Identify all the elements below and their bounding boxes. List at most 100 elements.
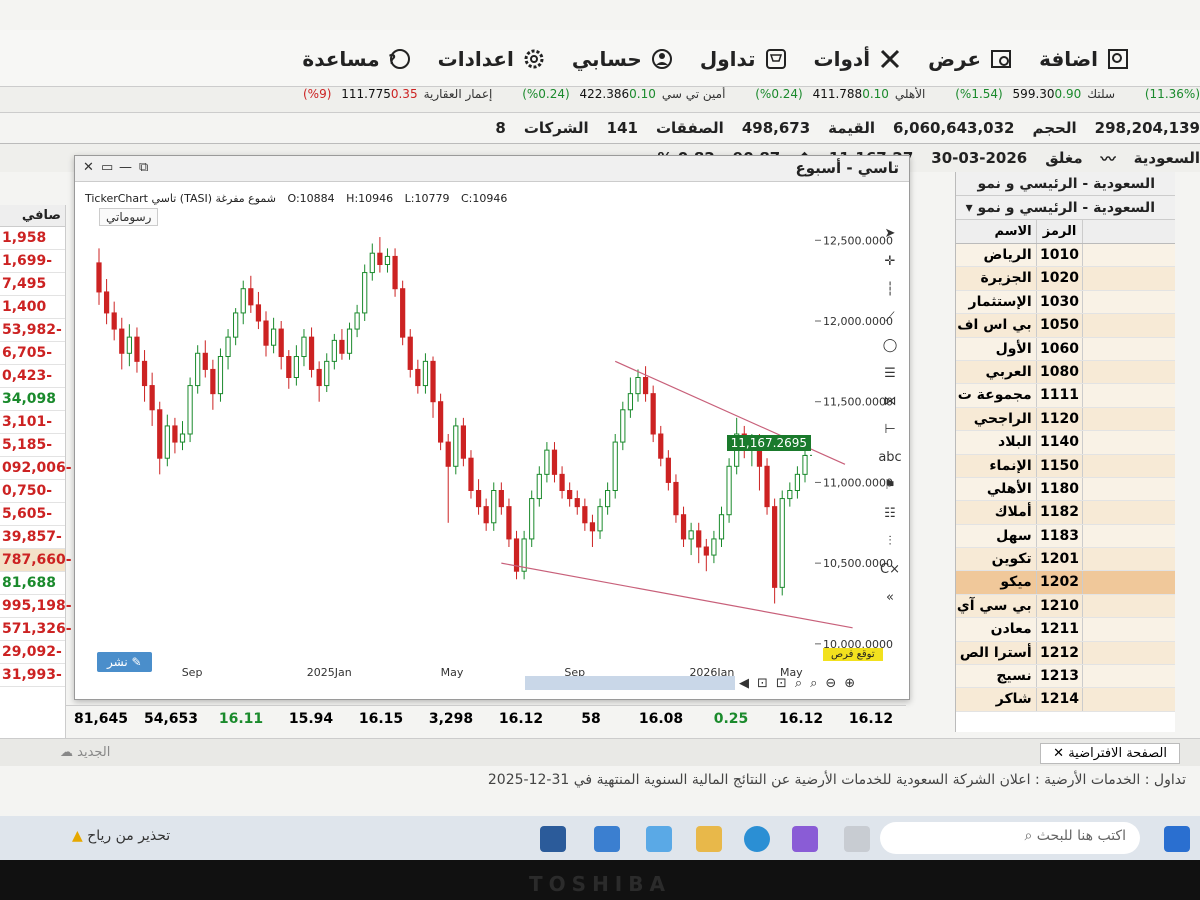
edge-icon[interactable]	[744, 826, 770, 852]
chart-window[interactable]: ✕ ▭ — ⧉ تاسي - أسبوع TickerChart تاسي (T…	[74, 155, 910, 700]
watchlist-row[interactable]: نسيج 1213	[956, 665, 1175, 689]
candle-body	[157, 409, 163, 459]
fit-all-icon[interactable]: ⊡	[776, 676, 787, 691]
watchlist-row[interactable]: مجموعة ت 1111	[956, 384, 1175, 408]
taskbar-search[interactable]: اكتب هنا للبحث ⌕	[880, 822, 1140, 854]
scroll-left-icon[interactable]: ◀	[739, 676, 749, 691]
ticker-item[interactable]: أمين تي سي 422.3860.10 (0.24%)	[522, 87, 725, 101]
close-icon[interactable]: ✕	[83, 160, 94, 175]
minimize-icon[interactable]: ▭	[101, 160, 113, 175]
fit-icon[interactable]: ⊡	[757, 676, 768, 691]
share-button[interactable]: نشر ✎	[97, 652, 152, 672]
candle-body	[255, 304, 262, 322]
col-name[interactable]: الاسم	[956, 220, 1036, 243]
stock-symbol: 1213	[1035, 665, 1084, 688]
watchlist-row[interactable]: الأهلي 1180	[956, 477, 1175, 502]
watchlist-title-text: السعودية - الرئيسي و نمو	[977, 176, 1156, 192]
watchlist-row[interactable]: تكوين 1201	[956, 548, 1175, 572]
deals-label: الصفقات	[655, 119, 724, 137]
watchlist-row[interactable]: سهل 1183	[956, 524, 1175, 549]
watchlist-row[interactable]: معادن 1211	[956, 618, 1175, 642]
watchlist-row[interactable]: البلاد 1140	[956, 431, 1175, 455]
drawing-toolbar: ➤ ✛ ┆ ⟋ ◯ ☰ ⋈ ⊢ abc ⚑ ☷ ⫶ C× «	[875, 226, 905, 676]
trendline-icon[interactable]: ⟋	[885, 310, 894, 325]
net-flow-cell: 5,605-	[0, 503, 65, 526]
tab-new[interactable]: الجديد ☁	[60, 745, 110, 760]
zoom-out-icon[interactable]: ⊖	[825, 676, 836, 691]
ticker-item[interactable]: (11.36%)	[1145, 87, 1200, 101]
watchlist-row[interactable]: الجزيرة 1020	[956, 267, 1175, 291]
watchlist-row[interactable]: العربي 1080	[956, 360, 1175, 385]
store-icon[interactable]	[646, 826, 672, 852]
watchlist-row[interactable]: الأول 1060	[956, 337, 1175, 361]
row-flags	[1083, 642, 1175, 664]
ticker-item[interactable]: سلتك 599.300.90 (1.54%)	[955, 87, 1115, 101]
watchlist-row[interactable]: ميكو 1202	[956, 571, 1175, 595]
ticker-item[interactable]: إعمار العقارية 111.7750.35 (9%)	[303, 87, 492, 101]
candle-body	[650, 393, 656, 435]
windows-taskbar: ▲ تحذير من رياح اكتب هنا للبحث ⌕	[0, 816, 1200, 860]
collapse-icon[interactable]: «	[886, 590, 894, 605]
watchlist-selector[interactable]: السعودية - الرئيسي و نمو ▾	[956, 196, 1175, 220]
chart-titlebar[interactable]: ✕ ▭ — ⧉ تاسي - أسبوع	[75, 156, 909, 182]
restore-icon[interactable]: —	[119, 160, 132, 175]
windows-start-icon[interactable]	[1164, 826, 1190, 852]
watchlist-selector-text: السعودية - الرئيسي و نمو	[977, 200, 1156, 216]
watchlist-row[interactable]: الرياض 1010	[956, 244, 1175, 268]
levels-icon[interactable]: ⫶	[888, 534, 891, 549]
volume-label: الحجم	[1032, 119, 1077, 137]
watchlist-title[interactable]: السعودية - الرئيسي و نمو	[956, 172, 1175, 196]
measure-icon[interactable]: ⊢	[884, 422, 895, 437]
stock-name: بي اس اف	[957, 317, 1032, 334]
watchlist-row[interactable]: شاكر 1214	[956, 688, 1175, 712]
ticker-pct: (0.24%)	[755, 87, 803, 101]
vertical-line-icon[interactable]: ┆	[886, 282, 894, 297]
flag-icon[interactable]: ⚑	[884, 478, 896, 493]
forecast-tag[interactable]: توقع فرص	[823, 648, 883, 661]
watchlist-row[interactable]: الإنماء 1150	[956, 454, 1175, 478]
watchlist-row[interactable]: أملاك 1182	[956, 501, 1175, 525]
menu-trade[interactable]: تداول	[700, 47, 788, 71]
candle-body	[673, 481, 679, 516]
list-icon[interactable]: ☷	[884, 506, 896, 521]
zoom-area-icon[interactable]: ⌕	[795, 676, 802, 691]
zoom-reset-icon[interactable]: ⌕	[810, 676, 817, 691]
watchlist-row[interactable]: الإستثمار 1030	[956, 290, 1175, 315]
ticker-app-icon[interactable]	[540, 826, 566, 852]
cursor-icon[interactable]: ➤	[885, 226, 896, 241]
menu-help[interactable]: ? مساعدة	[302, 47, 411, 71]
text-icon[interactable]: abc	[878, 450, 901, 465]
candle-body	[225, 336, 231, 358]
watchlist-row[interactable]: بي اس اف 1050	[956, 314, 1175, 338]
menu-add[interactable]: اضافة	[1039, 47, 1130, 71]
tab-default[interactable]: الصفحة الافتراضية ✕	[1040, 743, 1180, 764]
col-symbol[interactable]: الرمز	[1035, 220, 1084, 243]
candle-body	[567, 490, 573, 500]
task-view-icon[interactable]	[844, 826, 870, 852]
callout-icon[interactable]: ◯	[883, 338, 898, 353]
watchlist-row[interactable]: أسترا الص 1212	[956, 641, 1175, 666]
weather-warning[interactable]: ▲ تحذير من رياح	[72, 828, 170, 844]
pattern-icon[interactable]: ⋈	[884, 394, 897, 409]
watchlist-row[interactable]: بي سي آي 1210	[956, 594, 1175, 619]
zoom-in-icon[interactable]: ⊕	[844, 676, 855, 691]
chart-scrollbar[interactable]	[525, 676, 735, 690]
news-line[interactable]: تداول : الخدمات الأرضية : اعلان الشركة ا…	[488, 772, 1186, 788]
ticker-change: 0.10	[862, 87, 889, 101]
outlook-icon[interactable]	[594, 826, 620, 852]
menu-tools[interactable]: أدوات	[814, 47, 903, 71]
candle-body	[286, 356, 292, 378]
menu-account[interactable]: حسابي	[572, 47, 674, 71]
fibonacci-icon[interactable]: ☰	[884, 366, 896, 381]
menu-view[interactable]: عرض	[928, 47, 1013, 71]
copilot-icon[interactable]	[792, 826, 818, 852]
folder-icon[interactable]	[696, 826, 722, 852]
candle-body	[179, 433, 186, 443]
ticker-item[interactable]: الأهلي 411.7880.10 (0.24%)	[755, 87, 925, 101]
menu-settings[interactable]: اعدادات	[438, 47, 546, 71]
watchlist-row[interactable]: الراجحي 1120	[956, 407, 1175, 432]
clear-icon[interactable]: C×	[880, 562, 900, 577]
window-icon[interactable]: ⧉	[139, 160, 148, 175]
zoom-controls: ◀ ⊡ ⊡ ⌕ ⌕ ⊖ ⊕	[739, 676, 855, 691]
crosshair-icon[interactable]: ✛	[885, 254, 896, 269]
